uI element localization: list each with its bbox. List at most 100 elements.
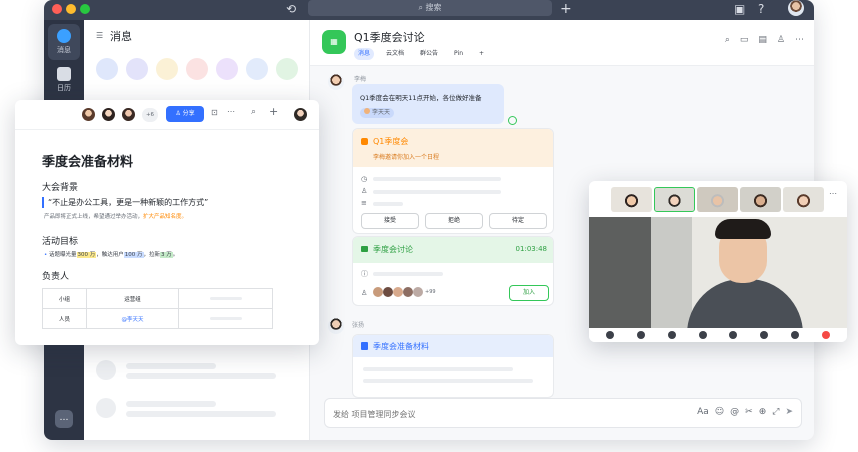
message-bubble[interactable]: Q1季度会在明天11点开始，各位做好准备 李天天 — [352, 84, 504, 124]
story-avatar[interactable] — [216, 58, 238, 80]
attendee-count: +99 — [425, 289, 436, 295]
search-placeholder: 搜索 — [425, 3, 442, 12]
help-icon[interactable]: ? — [758, 1, 764, 17]
video-call-icon[interactable]: ▭ — [740, 35, 749, 45]
record-icon[interactable] — [760, 331, 769, 339]
collaborator-avatar[interactable] — [101, 107, 116, 122]
history-icon[interactable]: ⟲ — [286, 1, 296, 17]
tab-cloud-docs[interactable]: 云文档 — [382, 48, 408, 60]
present-icon[interactable]: ⊡ — [211, 108, 218, 117]
more-icon[interactable]: ⋯ — [795, 35, 804, 45]
search-icon[interactable]: ⌕ — [725, 35, 730, 45]
accept-button[interactable]: 接受 — [361, 213, 419, 229]
tab-messages[interactable]: 消息 — [354, 48, 375, 60]
plus-icon[interactable]: + — [269, 105, 278, 118]
close-window-button[interactable] — [52, 4, 62, 14]
story-avatar[interactable] — [156, 58, 178, 80]
people-icon: ♙ — [361, 289, 368, 297]
share-button[interactable]: ♙ 分享 — [166, 106, 204, 122]
placeholder-line — [126, 411, 276, 417]
sender-avatar[interactable] — [328, 74, 344, 90]
minimize-window-button[interactable] — [66, 4, 76, 14]
participants-icon[interactable] — [698, 331, 707, 339]
document-icon — [361, 342, 368, 350]
tab-announcements[interactable]: 群公告 — [416, 48, 442, 60]
participant-thumbnail[interactable] — [697, 187, 738, 212]
message-input[interactable] — [333, 406, 633, 422]
message-list-title: 消息 — [110, 30, 132, 43]
story-avatar[interactable] — [96, 58, 118, 80]
collaborator-avatar[interactable] — [121, 107, 136, 122]
table-cell: 人员 — [42, 308, 87, 329]
group-name: Q1季度会讨论 — [354, 31, 425, 44]
mention-icon[interactable]: @ — [730, 407, 739, 417]
rail-item-calendar[interactable]: 日历 — [48, 62, 80, 98]
placeholder-line — [126, 363, 216, 369]
search-icon: ⌕ — [418, 3, 426, 12]
placeholder-avatar — [96, 360, 116, 380]
more-collaborators-badge[interactable]: +6 — [142, 108, 158, 122]
participant-thumbnail[interactable] — [611, 187, 652, 212]
highlight-text: 扩大产品知名度。 — [143, 214, 188, 220]
tab-pin[interactable]: Pin — [450, 48, 467, 60]
composer-toolbar: Aa ☺ @ ✂ ⊕ ⤢ ➤ — [697, 407, 793, 417]
chat-header: ▦ Q1季度会讨论 消息 云文档 群公告 Pin + ⌕ ▭ ▤ ♙ ⋯ — [310, 20, 814, 66]
add-member-icon[interactable]: ♙ — [777, 35, 785, 45]
tentative-button[interactable]: 待定 — [489, 213, 547, 229]
meeting-duration: 01:03:48 — [515, 245, 547, 253]
settings-icon[interactable] — [790, 331, 799, 339]
participant-thumbnail[interactable] — [740, 187, 781, 212]
background-note: 产品即将正式上线，希望通过举办活动，扩大产品知名度。 — [44, 214, 188, 220]
story-avatar[interactable] — [186, 58, 208, 80]
placeholder-line — [373, 177, 501, 181]
story-avatar[interactable] — [246, 58, 268, 80]
shared-doc-card[interactable]: 季度会准备材料 — [352, 334, 554, 398]
user-avatar[interactable] — [293, 107, 308, 122]
send-icon[interactable]: ➤ — [785, 407, 793, 417]
meeting-title: 季度会讨论 — [373, 245, 413, 254]
more-icon[interactable]: ⋯ — [829, 189, 837, 198]
maximize-window-button[interactable] — [80, 4, 90, 14]
emoji-icon[interactable]: ☺ — [715, 407, 724, 417]
more-icon[interactable]: ⋯ — [227, 107, 235, 116]
global-search-input[interactable]: ⌕ 搜索 — [308, 0, 552, 16]
chat-icon[interactable] — [729, 331, 738, 339]
decline-button[interactable]: 拒绝 — [425, 213, 483, 229]
story-avatar[interactable] — [276, 58, 298, 80]
meeting-card[interactable]: 季度会讨论 01:03:48 ⓘ ♙ +99 加入 — [352, 236, 554, 306]
more-apps-button[interactable]: … — [55, 410, 73, 428]
table-cell[interactable]: @李天天 — [86, 308, 179, 329]
event-title: Q1季度会 — [373, 137, 409, 146]
mic-icon[interactable] — [606, 331, 615, 339]
story-avatar[interactable] — [126, 58, 148, 80]
goal-value: 300 万 — [76, 252, 97, 258]
placeholder-line — [373, 272, 443, 276]
board-icon[interactable]: ▤ — [758, 35, 767, 45]
calendar-event-card[interactable]: Q1季度会 李梅邀请你加入一个日程 ◷ ♙ ≡ 接受 拒绝 待定 — [352, 128, 554, 234]
plus-icon[interactable]: + — [560, 1, 572, 17]
collaborator-avatar[interactable] — [81, 107, 96, 122]
active-speaker-video — [589, 217, 847, 339]
rail-item-label: 日历 — [57, 84, 71, 92]
text-format-icon[interactable]: Aa — [697, 407, 709, 417]
sender-avatar[interactable] — [328, 318, 344, 334]
event-subtitle: 李梅邀请你加入一个日程 — [373, 154, 440, 161]
share-screen-icon[interactable] — [667, 331, 676, 339]
camera-icon[interactable] — [637, 331, 646, 339]
rail-item-messages[interactable]: 消息 — [48, 24, 80, 60]
end-call-icon[interactable] — [821, 331, 830, 339]
add-attachment-icon[interactable]: ⊕ — [759, 407, 767, 417]
user-avatar[interactable] — [788, 0, 804, 16]
list-filter-icon[interactable]: ☰ — [96, 31, 103, 40]
inbox-icon[interactable]: ▣ — [734, 1, 745, 17]
join-meeting-button[interactable]: 加入 — [509, 285, 549, 301]
tab-add[interactable]: + — [475, 48, 488, 60]
search-icon[interactable]: ⌕ — [251, 107, 256, 117]
participant-thumbnail[interactable] — [654, 187, 695, 212]
document-toolbar: +6 ♙ 分享 ⊡ ⋯ ⌕ + — [15, 100, 319, 130]
mention-chip[interactable]: 李天天 — [360, 108, 395, 118]
expand-icon[interactable]: ⤢ — [772, 407, 779, 417]
screenshot-icon[interactable]: ✂ — [745, 407, 753, 417]
calendar-icon — [361, 138, 368, 145]
participant-thumbnail[interactable] — [783, 187, 824, 212]
